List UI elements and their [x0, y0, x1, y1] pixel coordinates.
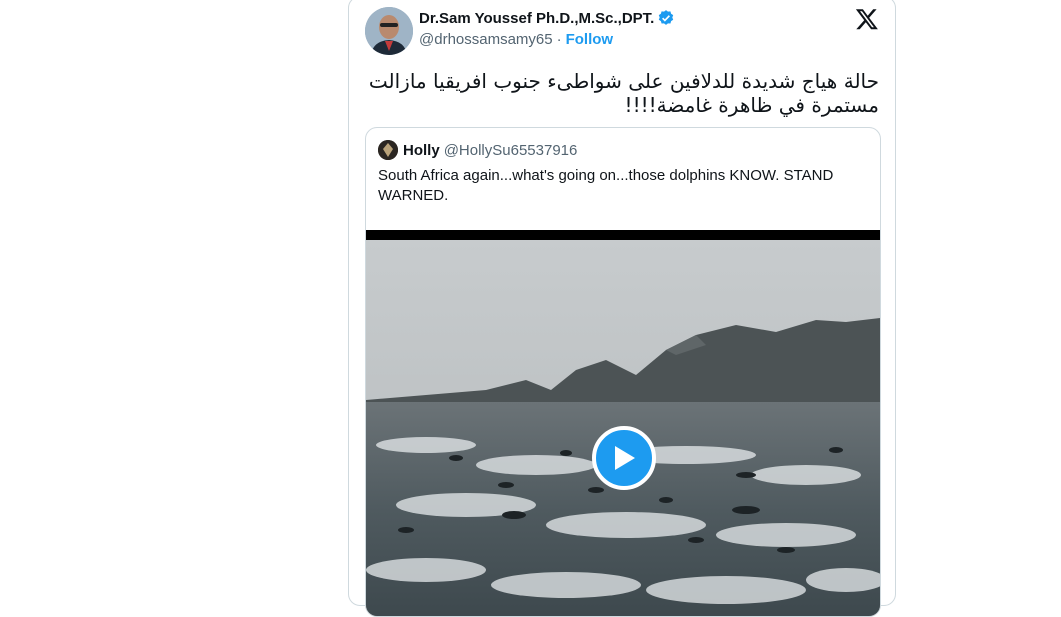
tweet-text-line-1: حالة هياج شديدة للدلافين على شواطىء جنوب…	[368, 69, 879, 93]
quoted-author-avatar[interactable]	[378, 140, 398, 160]
embedded-tweet-card: Dr.Sam Youssef Ph.D.,M.Sc.,DPT. @drhossa…	[348, 0, 896, 617]
play-icon	[615, 446, 635, 470]
quoted-tweet-text: South Africa again...what's going on...t…	[378, 167, 834, 204]
quoted-video[interactable]	[366, 230, 880, 616]
separator-dot: ·	[556, 31, 562, 48]
follow-button[interactable]: Follow	[566, 31, 614, 48]
author-avatar[interactable]	[365, 7, 413, 55]
tweet-text: حالة هياج شديدة للدلافين على شواطىء جنوب…	[365, 69, 879, 117]
quoted-tweet[interactable]: Holly @HollySu65537916 South Africa agai…	[365, 127, 881, 617]
verified-badge-icon	[659, 10, 674, 25]
quoted-author-name[interactable]: Holly	[403, 142, 440, 159]
quoted-author-handle[interactable]: @HollySu65537916	[444, 142, 578, 159]
play-button[interactable]	[592, 426, 656, 490]
tweet-text-line-2: مستمرة في ظاهرة غامضة!!!!	[624, 93, 879, 117]
x-logo-icon[interactable]	[855, 7, 879, 31]
author-handle[interactable]: @drhossamsamy65	[419, 31, 553, 48]
author-name[interactable]: Dr.Sam Youssef Ph.D.,M.Sc.,DPT.	[419, 10, 654, 27]
